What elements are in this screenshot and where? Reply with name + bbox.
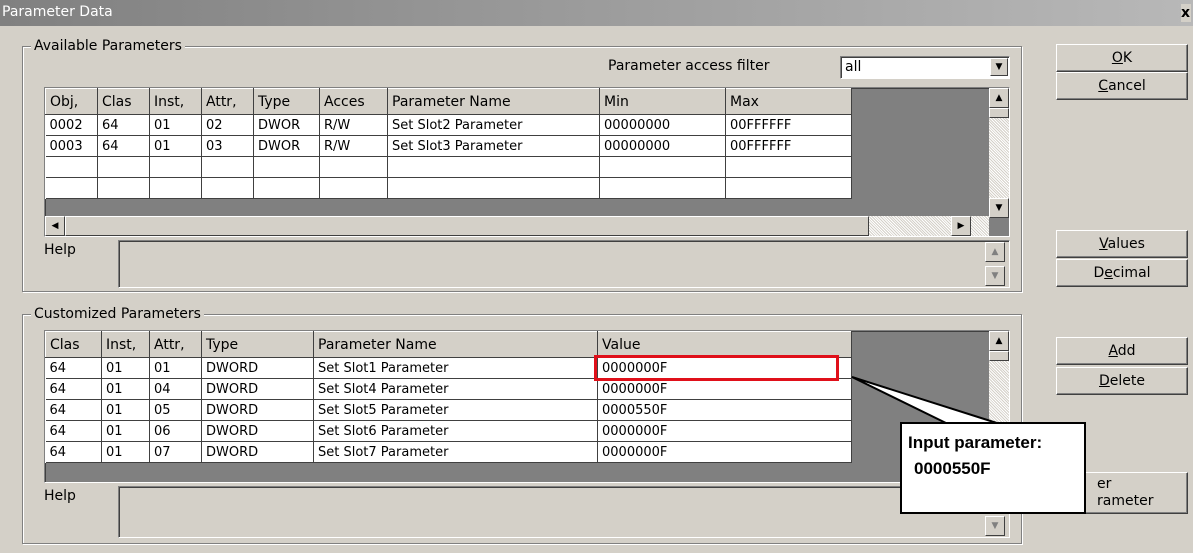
callout-line-1: Input parameter: xyxy=(908,433,1043,452)
callout-box: Input parameter: 0000550F xyxy=(900,422,1086,514)
callout-line-2: 0000550F xyxy=(914,459,991,478)
parameter-data-window: Parameter Data x Available Parameters Pa… xyxy=(0,0,1193,553)
